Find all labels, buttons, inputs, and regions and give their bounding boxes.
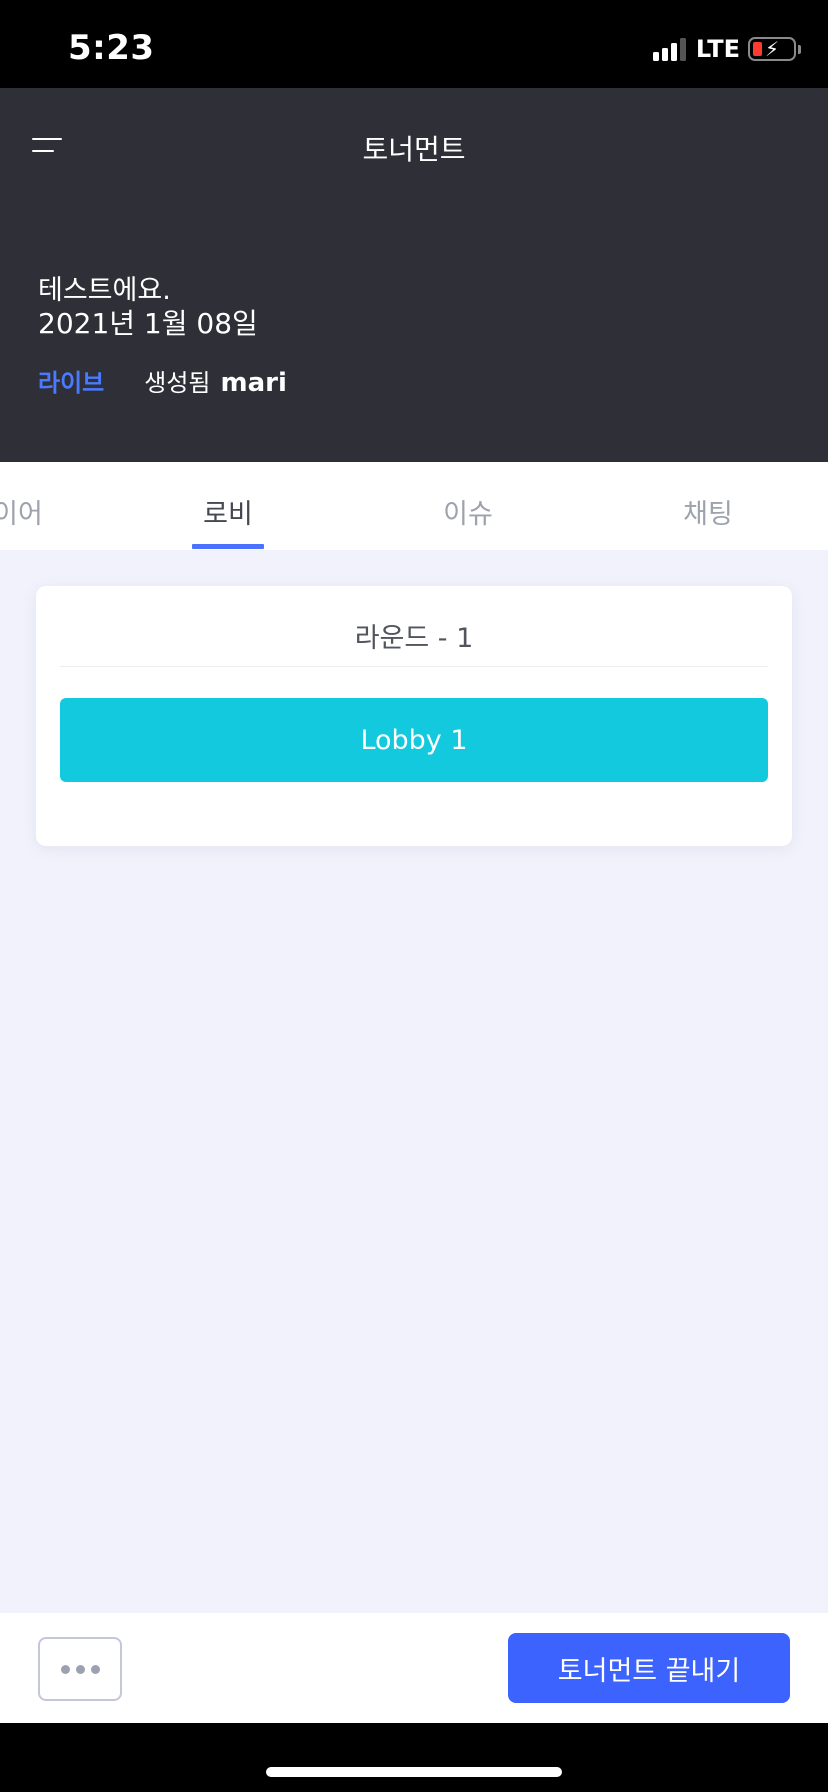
status-time: 5:23 <box>68 28 155 68</box>
network-type: LTE <box>695 35 740 63</box>
battery-charging-icon: ⚡ <box>748 37 801 61</box>
page-title: 토너먼트 <box>362 133 466 166</box>
home-indicator-area <box>0 1723 828 1792</box>
status-indicators: LTE ⚡ <box>652 35 801 63</box>
round-card: 라운드 - 1 Lobby 1 <box>36 586 792 846</box>
tab-player[interactable]: 이어 <box>0 492 43 531</box>
end-tournament-button[interactable]: 토너먼트 끝내기 <box>508 1633 790 1703</box>
lobby-content: 라운드 - 1 Lobby 1 <box>0 550 828 1613</box>
round-divider <box>60 666 768 667</box>
tab-lobby[interactable]: 로비 <box>203 492 253 531</box>
tournament-header: 토너먼트 테스트에요. 2021년 1월 08일 라이브 생성됨 mari <box>0 88 828 462</box>
status-bar: 5:23 LTE ⚡ <box>0 0 828 88</box>
home-indicator[interactable] <box>266 1767 562 1777</box>
signal-icon <box>652 37 686 61</box>
status-badge: 라이브 <box>38 369 105 397</box>
tab-bar: 이어 로비 이슈 채팅 <box>0 462 828 550</box>
tournament-date: 2021년 1월 08일 <box>38 307 258 340</box>
tournament-meta: 라이브 생성됨 mari <box>38 363 287 398</box>
round-title: 라운드 - 1 <box>354 623 474 654</box>
tab-issues[interactable]: 이슈 <box>443 492 493 531</box>
tab-chat[interactable]: 채팅 <box>683 492 733 531</box>
more-dots-icon[interactable] <box>38 1637 122 1701</box>
created-label: 생성됨 <box>144 369 211 397</box>
lobby-button[interactable]: Lobby 1 <box>60 698 768 782</box>
active-tab-indicator <box>192 544 264 549</box>
bottom-action-bar: 토너먼트 끝내기 <box>0 1613 828 1723</box>
creator-name: mari <box>220 368 287 398</box>
